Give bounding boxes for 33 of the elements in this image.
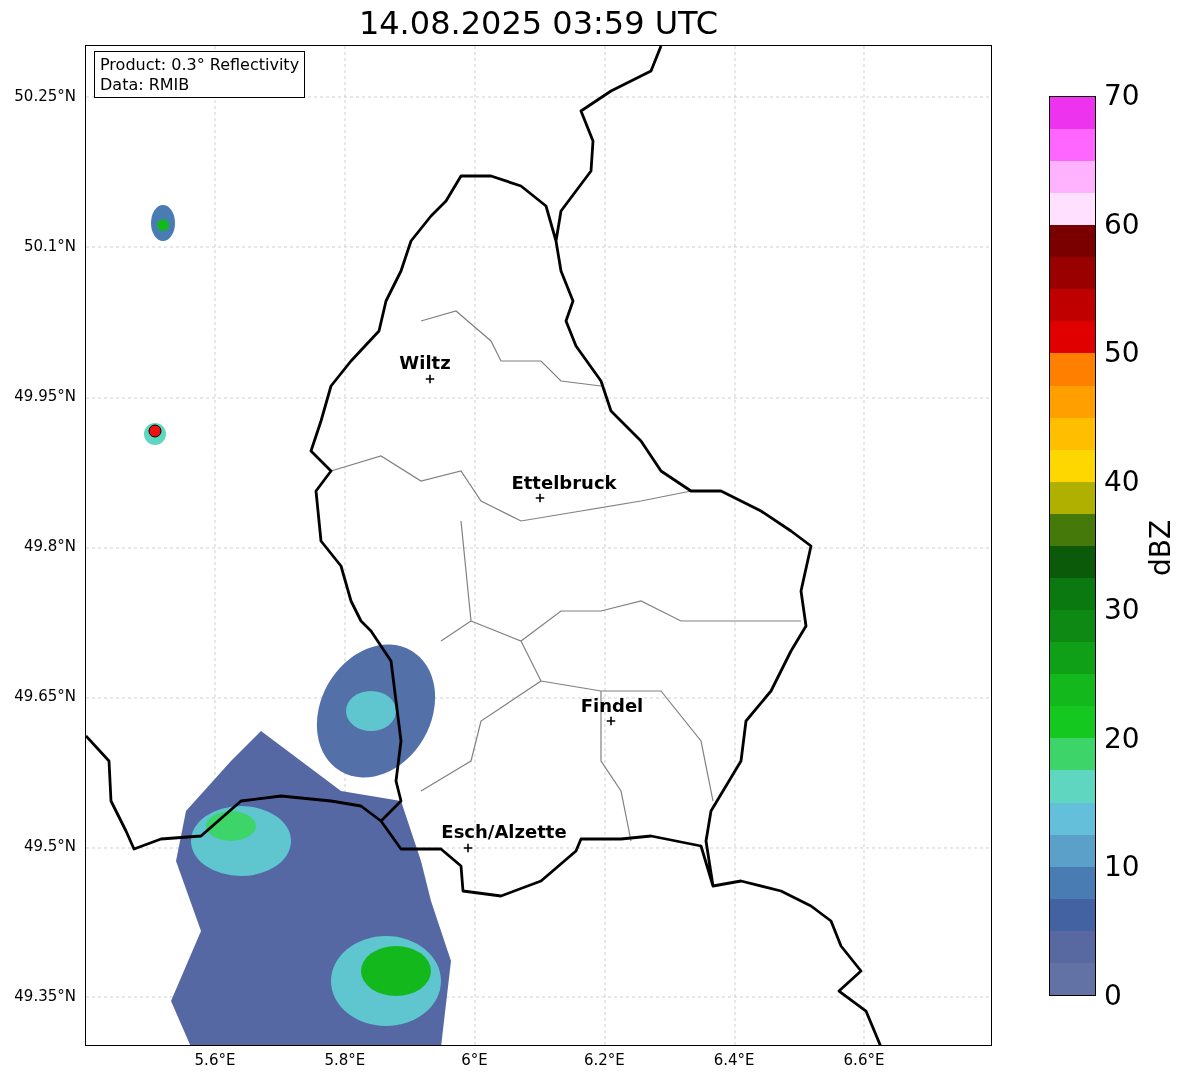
- axis-tick-label: 5.8°E: [324, 1051, 366, 1069]
- axis-tick-label: 5.6°E: [194, 1051, 236, 1069]
- colorbar-tick-label: 40: [1104, 466, 1140, 497]
- place-marker-icon: [463, 843, 473, 853]
- colorbar-label: dBZ: [1143, 519, 1177, 577]
- colorbar-tick-label: 50: [1104, 338, 1140, 369]
- axis-tick-label: 6.2°E: [583, 1051, 625, 1069]
- legend-text: Product: 0.3° Reflectivity: [100, 55, 300, 75]
- chart-title: 14.08.2025 03:59 UTC: [358, 4, 719, 41]
- place-marker-icon: [606, 716, 616, 726]
- colorbar-tick-label: 20: [1104, 723, 1140, 754]
- colorbar-tick-label: 60: [1104, 209, 1140, 240]
- colorbar-tick-label: 0: [1104, 981, 1122, 1011]
- colorbar-tick-label: 30: [1104, 595, 1140, 626]
- axis-tick-label: 49.65°N: [14, 687, 76, 705]
- place-label: Wiltz: [399, 353, 451, 373]
- place-label: Ettelbruck: [511, 473, 617, 493]
- axis-tick-label: 49.8°N: [23, 537, 76, 555]
- place-marker-icon: [535, 493, 545, 503]
- axis-tick-label: 49.35°N: [14, 987, 76, 1005]
- axis-tick-label: 49.5°N: [23, 837, 76, 855]
- axis-tick-label: 6.4°E: [713, 1051, 755, 1069]
- place-label: Findel: [580, 696, 644, 716]
- place-marker-icon: [425, 374, 435, 384]
- legend-text: Data: RMIB: [100, 75, 191, 95]
- colorbar-tick-label: 10: [1104, 852, 1140, 883]
- axis-tick-label: 6.6°E: [843, 1051, 885, 1069]
- place-label: Esch/Alzette: [441, 822, 567, 842]
- axis-tick-label: 50.1°N: [23, 237, 76, 255]
- colorbar-tick-label: 70: [1104, 81, 1140, 111]
- axis-tick-label: 50.25°N: [14, 87, 76, 105]
- axis-tick-label: 49.95°N: [14, 387, 76, 405]
- axis-tick-label: 6°E: [461, 1051, 488, 1069]
